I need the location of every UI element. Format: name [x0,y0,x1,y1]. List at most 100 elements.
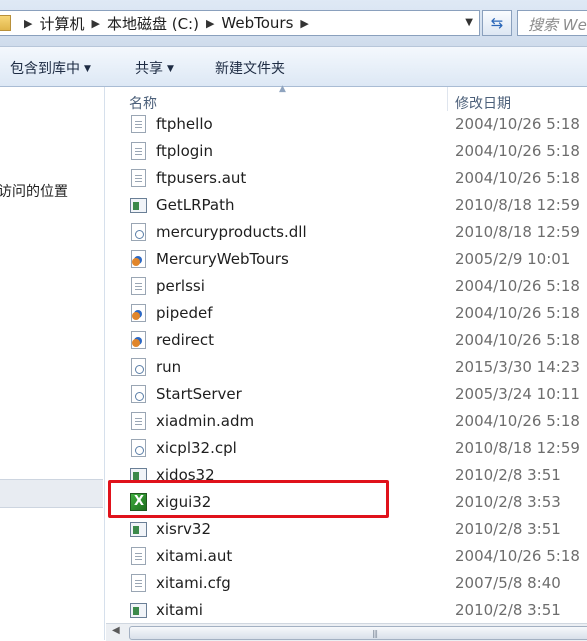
breadcrumb-chevron-icon[interactable]: ▶ [91,17,99,30]
dll-file-icon [131,439,146,457]
file-row[interactable]: run 2015/3/30 14:23 [106,354,587,381]
address-bar[interactable]: ▶ 计算机 ▶ 本地磁盘 (C:) ▶ WebTours ▶ ▼ [0,10,480,36]
dll-file-icon [131,358,146,376]
include-in-library-button[interactable]: 包含到库中▼ [10,58,91,78]
file-name[interactable]: redirect [156,331,214,349]
file-name[interactable]: mercuryproducts.dll [156,223,307,241]
sort-ascending-icon: ▲ [279,84,286,94]
file-modified-date: 2004/10/26 5:18 [455,331,580,349]
file-row[interactable]: pipedef2004/10/26 5:18 [106,300,587,327]
file-name[interactable]: xicpl32.cpl [156,439,237,457]
file-modified-date: 2015/3/30 14:23 [455,358,580,376]
breadcrumb-chevron-icon[interactable]: ▶ [300,17,308,30]
file-row[interactable]: xiadmin.adm 2004/10/26 5:18 [106,408,587,435]
application-icon [130,198,147,213]
file-modified-date: 2004/10/26 5:18 [455,547,580,565]
file-row[interactable]: perlssi 2004/10/26 5:18 [106,273,587,300]
breadcrumb-local-disk[interactable]: 本地磁盘 (C:) [107,13,199,34]
web-file-icon [131,331,146,349]
text-file-icon [131,115,146,133]
file-modified-date: 2004/10/26 5:18 [455,142,580,160]
file-row[interactable]: ftphello 2004/10/26 5:18 [106,111,587,138]
address-dropdown-icon[interactable]: ▼ [465,17,473,28]
scroll-left-arrow-icon[interactable]: ◀ [112,625,120,636]
file-list: ftphello 2004/10/26 5:18 ftplogin 2004/10/2… [106,111,587,624]
file-row[interactable]: mercuryproducts.dll 2010/8/18 12:59 [106,219,587,246]
scrollbar-grip-icon: ||| [372,629,377,638]
scrollbar-thumb[interactable]: ||| [129,626,587,640]
horizontal-scrollbar[interactable]: ◀ ||| [106,623,587,641]
refresh-icon: ⇆ [491,14,504,32]
breadcrumb-computer[interactable]: 计算机 [39,13,84,34]
file-row[interactable]: ftplogin 2004/10/26 5:18 [106,138,587,165]
file-name[interactable]: xiadmin.adm [156,412,254,430]
file-name[interactable]: ftphello [156,115,213,133]
file-name[interactable]: ftplogin [156,142,213,160]
file-name[interactable]: StartServer [156,385,242,403]
file-name[interactable]: GetLRPath [156,196,234,214]
file-name[interactable]: xitami [156,601,203,619]
breadcrumb-chevron-icon[interactable]: ▶ [24,17,32,30]
file-modified-date: 2005/2/9 10:01 [455,250,570,268]
file-modified-date: 2010/8/18 12:59 [455,223,580,241]
text-file-icon [131,142,146,160]
nav-item-selected[interactable]: , [0,479,103,508]
breadcrumb-webtours[interactable]: WebTours [221,14,293,32]
address-bar-strip: ▶ 计算机 ▶ 本地磁盘 (C:) ▶ WebTours ▶ ▼ ⇆ 搜索 We [0,0,587,47]
file-modified-date: 2010/2/8 3:51 [455,601,561,619]
file-modified-date: 2004/10/26 5:18 [455,115,580,133]
search-input[interactable]: 搜索 We [517,10,587,36]
file-name[interactable]: MercuryWebTours [156,250,289,268]
highlight-annotation-box [108,480,389,518]
file-modified-date: 2010/2/8 3:51 [455,520,561,538]
breadcrumb-chevron-icon[interactable]: ▶ [206,17,214,30]
file-row[interactable]: ftpusers.aut 2004/10/26 5:18 [106,165,587,192]
file-modified-date: 2010/8/18 12:59 [455,196,580,214]
new-folder-button[interactable]: 新建文件夹 [215,58,285,78]
text-file-icon [131,169,146,187]
file-modified-date: 2004/10/26 5:18 [455,169,580,187]
file-name[interactable]: xisrv32 [156,520,211,538]
file-row[interactable]: StartServer 2005/3/24 10:11 [106,381,587,408]
file-row[interactable]: GetLRPath 2010/8/18 12:59 [106,192,587,219]
file-modified-date: 2005/3/24 10:11 [455,385,580,403]
text-file-icon [131,277,146,295]
file-row[interactable]: MercuryWebTours 2005/2/9 10:01 [106,246,587,273]
command-toolbar: 包含到库中▼ 共享▼ 新建文件夹 [0,47,587,87]
file-name[interactable]: perlssi [156,277,205,295]
file-modified-date: 2010/2/8 3:51 [455,466,561,484]
column-header-modified-date[interactable]: 修改日期 [455,93,511,113]
chevron-down-icon: ▼ [84,64,91,74]
file-modified-date: 2004/10/26 5:18 [455,277,580,295]
file-modified-date: 2007/5/8 8:40 [455,574,561,592]
file-row[interactable]: xitami.cfg 2007/5/8 8:40 [106,570,587,597]
file-modified-date: 2010/8/18 12:59 [455,439,580,457]
text-file-icon [131,574,146,592]
file-row[interactable]: xitami.aut 2004/10/26 5:18 [106,543,587,570]
chevron-down-icon: ▼ [167,64,174,74]
application-icon [130,603,147,618]
dll-file-icon [131,385,146,403]
text-file-icon [131,412,146,430]
column-header-name[interactable]: 名称 [129,93,157,113]
application-icon [130,522,147,537]
share-button[interactable]: 共享▼ [135,58,174,78]
column-divider[interactable] [447,87,448,111]
file-name[interactable]: pipedef [156,304,212,322]
nav-item-recent-places[interactable]: 访问的位置 [0,181,68,201]
file-modified-date: 2010/2/8 3:53 [455,493,561,511]
nav-item-partial[interactable]: 》 [0,100,5,120]
file-row[interactable]: xitami 2010/2/8 3:51 [106,597,587,624]
file-row[interactable]: xisrv32 2010/2/8 3:51 [106,516,587,543]
file-name[interactable]: run [156,358,181,376]
file-name[interactable]: xitami.aut [156,547,232,565]
file-name[interactable]: ftpusers.aut [156,169,246,187]
refresh-button[interactable]: ⇆ [482,10,512,36]
navigation-pane: 》 访问的位置 , [0,87,105,640]
file-row[interactable]: redirect 2004/10/26 5:18 [106,327,587,354]
file-row[interactable]: xicpl32.cpl 2010/8/18 12:59 [106,435,587,462]
dll-file-icon [131,223,146,241]
folder-icon [0,15,11,31]
file-modified-date: 2004/10/26 5:18 [455,412,580,430]
file-name[interactable]: xitami.cfg [156,574,231,592]
